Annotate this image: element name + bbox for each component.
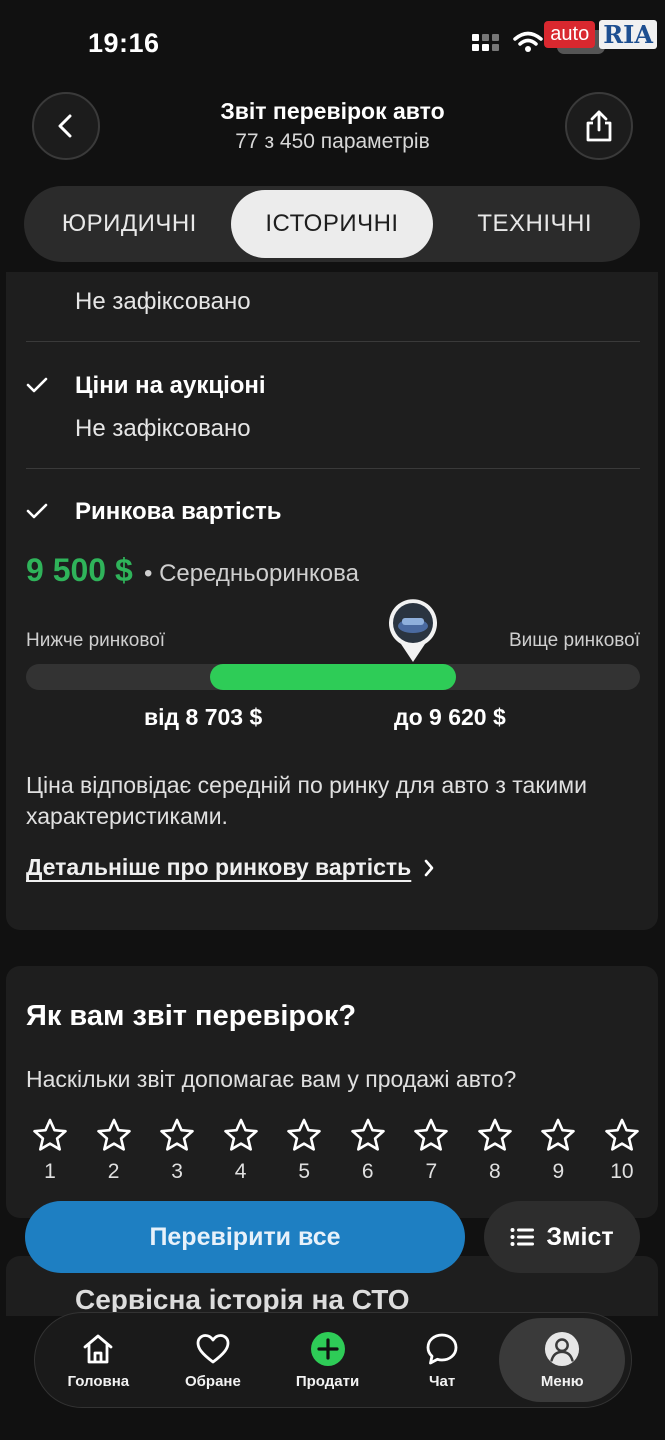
toc-label: Зміст — [546, 1222, 614, 1251]
rating-star-6[interactable]: 6 — [346, 1118, 390, 1184]
rating-star-label: 8 — [488, 1160, 501, 1183]
auction-prices-title: Ціни на аукціоні — [75, 372, 266, 399]
logo-auto: auto — [544, 21, 596, 48]
car-marker-icon — [388, 599, 437, 662]
rating-star-label: 4 — [234, 1160, 247, 1183]
nav-chat[interactable]: Чат — [385, 1318, 500, 1402]
check-all-button[interactable]: Перевірити все — [25, 1201, 465, 1273]
market-details-link[interactable]: Детальніше про ринкову вартість — [26, 854, 435, 881]
rating-star-5[interactable]: 5 — [282, 1118, 326, 1184]
home-icon — [83, 1334, 113, 1363]
feedback-title: Як вам звіт перевірок? — [26, 1000, 357, 1032]
rating-star-7[interactable]: 7 — [409, 1118, 453, 1184]
share-icon — [586, 110, 612, 142]
bottom-nav: Головна Обране Продати Чат Меню — [34, 1312, 632, 1408]
nav-favorites-label: Обране — [184, 1372, 241, 1390]
market-details-link-label: Детальніше про ринкову вартість — [26, 854, 412, 880]
check-icon — [26, 377, 48, 393]
report-card: Не зафіксовано Ціни на аукціоні Не зафік… — [6, 272, 658, 930]
range-to: до 9 620 $ — [394, 704, 506, 730]
star-icon — [414, 1118, 449, 1151]
rating-star-label: 7 — [425, 1160, 438, 1183]
below-market-label: Нижче ринкової — [26, 630, 166, 651]
tab-technical[interactable]: ТЕХНІЧНІ — [433, 190, 636, 258]
range-from: від 8 703 $ — [144, 704, 263, 730]
tab-history[interactable]: ІСТОРИЧНІ — [230, 190, 434, 258]
user-icon — [545, 1331, 580, 1366]
star-icon — [350, 1118, 385, 1151]
list-icon — [510, 1228, 535, 1246]
star-icon — [287, 1118, 321, 1151]
chevron-right-icon — [424, 859, 434, 876]
plus-circle-icon — [310, 1331, 345, 1366]
check-icon — [26, 503, 48, 519]
star-icon — [478, 1118, 512, 1151]
nav-sell-label: Продати — [295, 1372, 360, 1390]
report-tabs: ЮРИДИЧНІ ІСТОРИЧНІ ТЕХНІЧНІ — [24, 186, 640, 262]
rating-star-10[interactable]: 10 — [600, 1118, 644, 1184]
market-description: Ціна відповідає середній по ринку для ав… — [26, 772, 587, 829]
market-price: 9 500 $ — [26, 552, 133, 588]
nav-menu-label: Меню — [540, 1372, 584, 1390]
star-icon — [33, 1118, 67, 1151]
divider — [26, 468, 640, 469]
status-bar: 19:16 14 auto RIA — [0, 0, 665, 90]
star-icon — [605, 1118, 639, 1151]
rating-star-label: 2 — [107, 1160, 120, 1183]
nav-home[interactable]: Головна — [41, 1318, 156, 1402]
rating-star-9[interactable]: 9 — [536, 1118, 580, 1184]
wifi-icon — [513, 31, 543, 52]
table-of-contents-button[interactable]: Зміст — [484, 1201, 640, 1273]
logo-ria: RIA — [599, 20, 657, 49]
nav-menu[interactable]: Меню — [499, 1318, 625, 1402]
share-button[interactable] — [565, 92, 633, 160]
star-icon — [223, 1118, 258, 1151]
price-range-fill — [210, 664, 456, 690]
tab-legal[interactable]: ЮРИДИЧНІ — [28, 190, 231, 258]
star-icon — [160, 1118, 194, 1151]
feedback-card: Як вам звіт перевірок? Наскільки звіт до… — [6, 966, 658, 1218]
prev-item-status: Не зафіксовано — [75, 288, 251, 315]
nav-home-label: Головна — [67, 1372, 130, 1390]
rating-star-label: 5 — [298, 1160, 311, 1183]
auction-prices-status: Не зафіксовано — [75, 415, 251, 442]
rating-star-label: 1 — [44, 1160, 56, 1183]
market-value-title: Ринкова вартість — [75, 498, 282, 525]
nav-chat-label: Чат — [429, 1372, 456, 1390]
autoria-logo: auto RIA — [544, 20, 657, 49]
feedback-question: Наскільки звіт допомагає вам у продажі а… — [26, 1066, 517, 1092]
star-icon — [541, 1118, 576, 1151]
cellular-signal-icon — [472, 33, 499, 51]
rating-star-3[interactable]: 3 — [155, 1118, 199, 1184]
header: Звіт перевірок авто 77 з 450 параметрів — [0, 90, 665, 170]
rating-star-label: 3 — [171, 1160, 183, 1183]
rating-star-8[interactable]: 8 — [473, 1118, 517, 1184]
status-time: 19:16 — [88, 28, 160, 58]
rating-star-label: 9 — [552, 1160, 565, 1183]
divider — [26, 341, 640, 342]
chat-icon — [426, 1333, 458, 1364]
market-price-note: • Середньоринкова — [144, 560, 359, 587]
rating-star-2[interactable]: 2 — [92, 1118, 136, 1184]
rating-stars: 1 2 3 4 5 6 7 8 9 10 — [28, 1118, 644, 1184]
rating-star-label: 6 — [361, 1160, 374, 1183]
heart-icon — [196, 1333, 230, 1363]
above-market-label: Вище ринкової — [508, 630, 640, 651]
rating-star-1[interactable]: 1 — [28, 1118, 72, 1184]
star-icon — [96, 1118, 131, 1151]
rating-star-label: 10 — [610, 1160, 634, 1183]
nav-sell[interactable]: Продати — [270, 1318, 385, 1402]
rating-star-4[interactable]: 4 — [219, 1118, 263, 1184]
nav-favorites[interactable]: Обране — [156, 1318, 271, 1402]
